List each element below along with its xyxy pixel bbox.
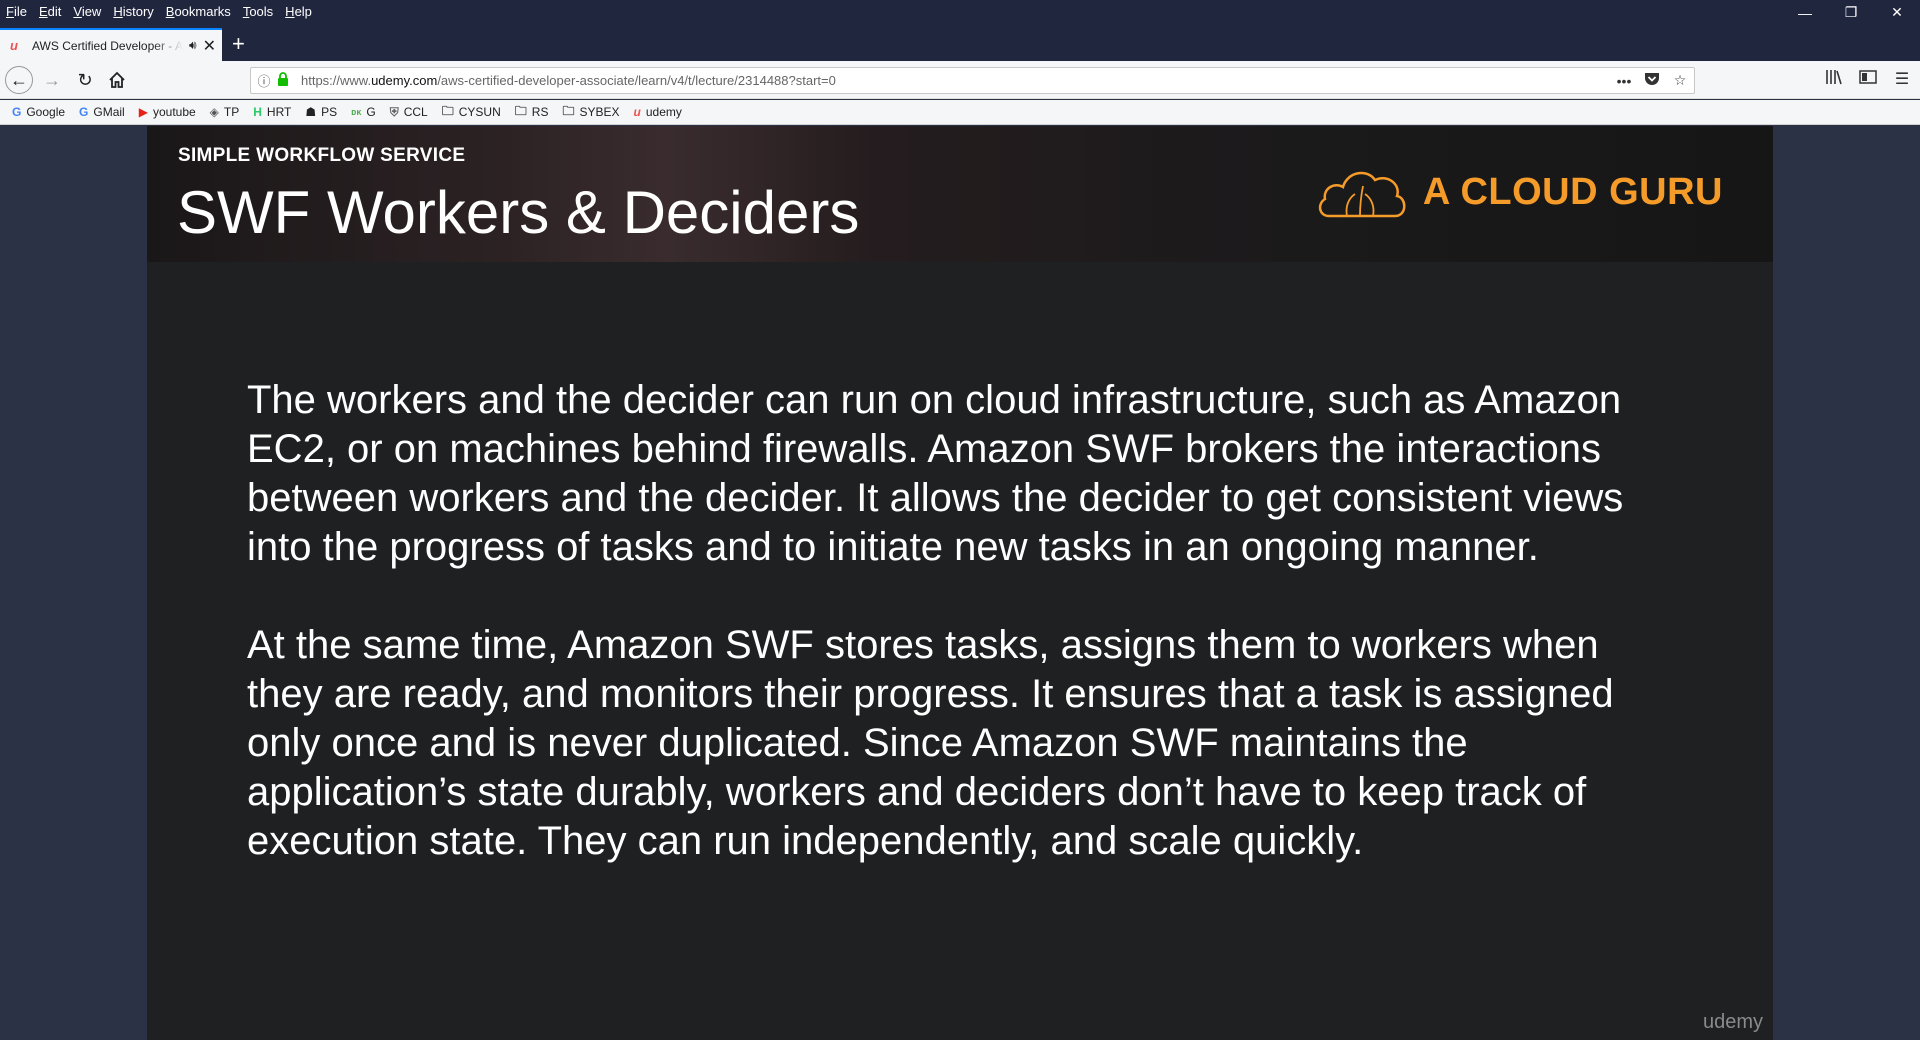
folder-icon: 🗀: [562, 103, 575, 118]
tab-udemy-course[interactable]: u AWS Certified Developer - A 🔊︎ ✕: [0, 28, 222, 61]
shield-icon: ⛨: [389, 104, 399, 119]
navigation-bar: ← → ↻ ⓘ https://www.udemy.com/aws-certif…: [0, 61, 1920, 99]
tab-strip: u AWS Certified Developer - A 🔊︎ ✕ +: [0, 25, 1920, 61]
minimize-button[interactable]: —: [1782, 0, 1828, 25]
url-path: /aws-certified-developer-associate/learn…: [437, 73, 836, 88]
new-tab-button[interactable]: +: [232, 33, 245, 55]
udemy-icon: u: [633, 105, 641, 119]
bookmark-star-icon[interactable]: ☆: [1666, 72, 1694, 89]
speaker-icon[interactable]: 🔊︎: [189, 38, 197, 53]
menu-tools[interactable]: Tools: [243, 4, 273, 19]
reload-button[interactable]: ↻: [72, 67, 98, 93]
bookmark-label: youtube: [152, 105, 196, 119]
page-content: SIMPLE WORKFLOW SERVICE SWF Workers & De…: [0, 126, 1920, 1040]
google-icon: G: [12, 105, 22, 119]
back-button[interactable]: ←: [5, 66, 33, 94]
bookmark-ps[interactable]: ☗ PS: [305, 105, 337, 119]
menu-view[interactable]: View: [73, 4, 101, 19]
udemy-favicon-icon: u: [10, 38, 18, 53]
window-controls: — ❐ ✕: [1782, 0, 1920, 25]
bookmark-tp[interactable]: ◈ TP: [210, 105, 240, 119]
tab-close-button[interactable]: ✕: [203, 36, 216, 56]
library-icon[interactable]: [1824, 69, 1844, 90]
pocket-icon[interactable]: [1638, 72, 1666, 89]
folder-icon: 🗀: [514, 103, 527, 118]
menu-file[interactable]: File: [6, 4, 27, 19]
dk-icon: ᴅᴋ: [351, 107, 362, 117]
hackerrank-icon: H: [253, 105, 262, 119]
menu-bookmarks[interactable]: Bookmarks: [166, 4, 231, 19]
udemy-watermark: udemy: [1702, 1011, 1763, 1033]
menu-edit[interactable]: Edit: [39, 4, 61, 19]
lecture-video-slide[interactable]: SIMPLE WORKFLOW SERVICE SWF Workers & De…: [147, 126, 1773, 1040]
slide-paragraph: The workers and the decider can run on c…: [247, 378, 1624, 569]
bookmark-sybex[interactable]: 🗀 SYBEX: [562, 102, 619, 123]
bookmark-g[interactable]: ᴅᴋ G: [351, 105, 376, 119]
bookmark-label: RS: [531, 105, 549, 119]
youtube-icon: ▶: [138, 105, 148, 119]
cloud-guru-logo: A CLOUD GURU: [1315, 160, 1723, 224]
home-button[interactable]: [104, 67, 130, 93]
home-icon: [109, 71, 125, 88]
bookmark-label: CYSUN: [458, 105, 501, 119]
bookmark-rs[interactable]: 🗀 RS: [515, 102, 549, 123]
bookmark-udemy[interactable]: u udemy: [634, 105, 682, 119]
bookmark-label: HRT: [266, 105, 292, 119]
slide-paragraph: At the same time, Amazon SWF stores task…: [247, 623, 1614, 863]
toolbar-right: ☰: [1824, 69, 1912, 90]
page-actions-button[interactable]: •••: [1610, 73, 1638, 89]
slide-body: The workers and the decider can run on c…: [247, 376, 1677, 915]
arrow-left-icon: ←: [10, 69, 28, 90]
bookmarks-bar: G Google G GMail ▶ youtube ◈ TP H HRT ☗ PS ᴅᴋ G…: [0, 100, 1920, 125]
bookmark-gmail[interactable]: G GMail: [79, 105, 125, 119]
slide-header: SIMPLE WORKFLOW SERVICE SWF Workers & De…: [147, 126, 1773, 262]
bookmark-cysun[interactable]: 🗀 CYSUN: [442, 102, 501, 123]
url-prefix: https://www.: [301, 73, 372, 88]
arrow-right-icon: →: [43, 69, 61, 90]
bookmark-label: GMail: [93, 105, 125, 119]
bookmark-label: Google: [26, 105, 66, 119]
brand-name: A CLOUD GURU: [1422, 170, 1723, 213]
bookmark-label: PS: [321, 105, 338, 119]
slide-kicker: SIMPLE WORKFLOW SERVICE: [178, 145, 466, 166]
folder-icon: 🗀: [441, 103, 454, 118]
bookmark-label: TP: [223, 105, 240, 119]
bookmark-hrt[interactable]: H HRT: [253, 105, 291, 119]
menu-help[interactable]: Help: [285, 4, 312, 19]
close-window-button[interactable]: ✕: [1874, 0, 1920, 25]
lock-icon[interactable]: [277, 72, 295, 89]
bookmark-google[interactable]: G Google: [12, 105, 65, 119]
reload-icon: ↻: [77, 69, 93, 90]
menu-history[interactable]: History: [113, 4, 153, 19]
google-icon: G: [79, 105, 89, 119]
bookmark-label: CCL: [403, 105, 428, 119]
tp-icon: ◈: [209, 105, 219, 119]
url-text[interactable]: https://www.udemy.com/aws-certified-deve…: [295, 73, 1610, 88]
bookmark-label: SYBEX: [579, 105, 620, 119]
bookmark-youtube[interactable]: ▶ youtube: [139, 105, 196, 119]
menu-bar: File Edit View History Bookmarks Tools H…: [6, 4, 312, 19]
slide-title: SWF Workers & Deciders: [177, 179, 860, 246]
ps-icon: ☗: [305, 105, 317, 119]
info-icon[interactable]: ⓘ: [251, 71, 277, 90]
hamburger-menu-icon[interactable]: ☰: [1892, 69, 1912, 90]
url-domain: udemy.com: [371, 73, 438, 88]
bookmark-label: G: [366, 105, 376, 119]
title-bar: File Edit View History Bookmarks Tools H…: [0, 0, 1920, 25]
tab-title: AWS Certified Developer - A: [32, 38, 183, 53]
sidebar-icon[interactable]: [1858, 69, 1878, 90]
url-bar[interactable]: ⓘ https://www.udemy.com/aws-certified-de…: [250, 67, 1695, 94]
bookmark-ccl[interactable]: ⛨ CCL: [390, 105, 428, 120]
forward-button[interactable]: →: [39, 67, 65, 93]
restore-button[interactable]: ❐: [1828, 0, 1874, 25]
cloud-icon: [1318, 171, 1406, 218]
bookmark-label: udemy: [645, 105, 682, 119]
